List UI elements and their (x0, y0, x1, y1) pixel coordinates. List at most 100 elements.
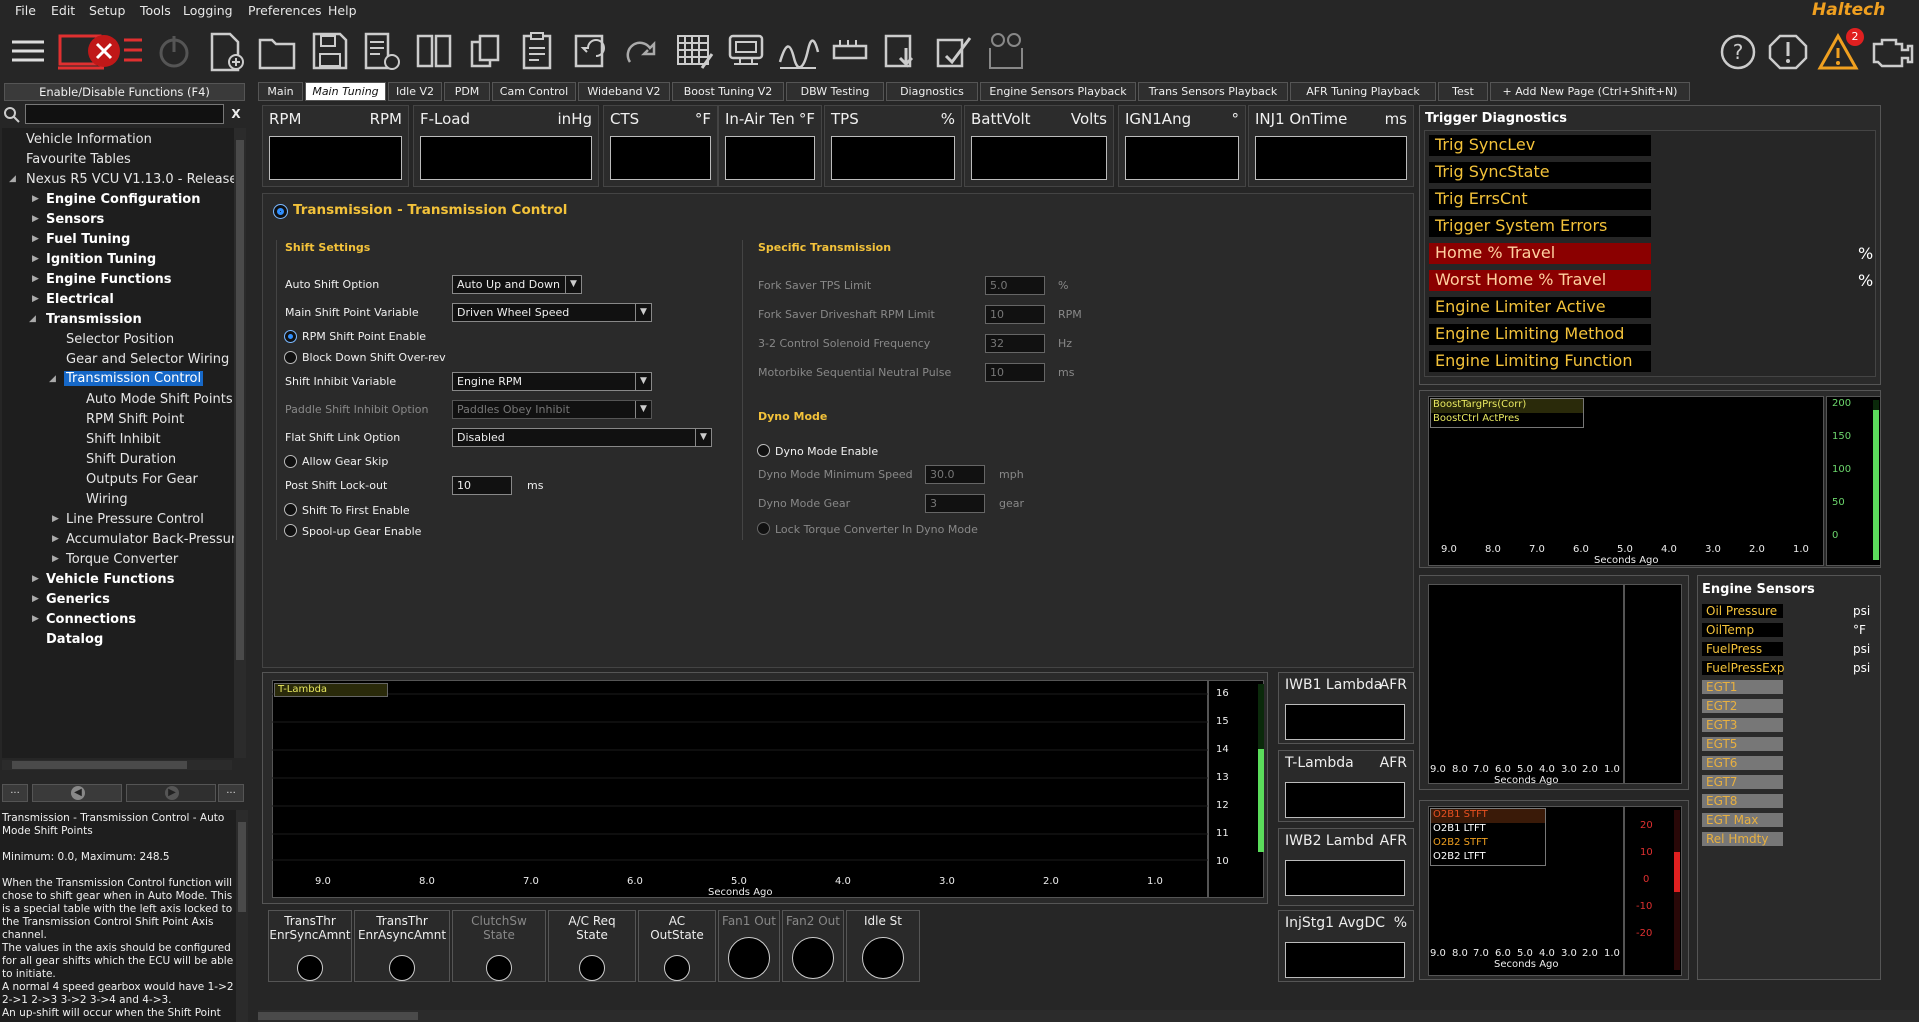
function-search-input[interactable] (25, 104, 224, 124)
tree-item[interactable]: Accumulator Back-Pressure (66, 532, 244, 547)
tree-item[interactable]: Connections (46, 612, 136, 627)
tree-item[interactable]: Wiring (86, 492, 128, 507)
disconnect-ecu-icon[interactable] (56, 28, 146, 74)
help-icon[interactable]: ? (1716, 28, 1760, 74)
undo-icon[interactable] (568, 28, 612, 74)
spool-up-gear-enable-radio[interactable] (284, 524, 297, 537)
collapse-arrow-icon[interactable]: ▶ (32, 294, 39, 304)
collapse-arrow-icon[interactable]: ▶ (32, 194, 39, 204)
post-shift-lockout-input[interactable]: 10 (452, 476, 512, 495)
expand-arrow-icon[interactable]: ◢ (49, 374, 56, 384)
menu-help[interactable]: Help (328, 3, 357, 18)
help-scrollbar[interactable] (236, 810, 248, 1022)
paddle-shift-inhibit-dropdown[interactable]: Paddles Obey Inhibit ▼ (452, 400, 652, 419)
tree-item[interactable]: Fuel Tuning (46, 232, 130, 247)
block-down-shift-radio[interactable] (284, 351, 297, 364)
fan-icon[interactable] (984, 28, 1028, 74)
collapse-arrow-icon[interactable]: ▶ (32, 234, 39, 244)
fork-saver-rpm-input[interactable]: 10 (985, 305, 1045, 324)
tree-item[interactable]: Auto Mode Shift Points (86, 392, 233, 407)
engine-icon[interactable] (1866, 28, 1916, 74)
tree-item[interactable]: Vehicle Information (26, 132, 152, 147)
download-icon[interactable] (880, 28, 924, 74)
hamburger-menu-icon[interactable] (6, 28, 50, 74)
tab-cam-control[interactable]: Cam Control (492, 82, 576, 101)
menu-logging[interactable]: Logging (183, 3, 233, 18)
motorbike-neutral-pulse-input[interactable]: 10 (985, 363, 1045, 382)
collapse-arrow-icon[interactable]: ▶ (52, 534, 59, 544)
function-enable-toggle[interactable] (273, 204, 288, 219)
menu-tools[interactable]: Tools (140, 3, 171, 18)
clear-search-button[interactable]: X (228, 104, 244, 124)
tree-item[interactable]: Outputs For Gear (86, 472, 198, 487)
copy-icon[interactable] (464, 28, 508, 74)
tab-boost-tuning-v2[interactable]: Boost Tuning V2 (672, 82, 784, 101)
nav-back-button[interactable]: ◀ (32, 784, 122, 802)
paste-icon[interactable] (516, 28, 560, 74)
tab-afr-tuning-playback[interactable]: AFR Tuning Playback (1290, 82, 1436, 101)
menu-edit[interactable]: Edit (51, 3, 75, 18)
add-new-page-button[interactable]: + Add New Page (Ctrl+Shift+N) (1490, 82, 1690, 101)
open-folder-icon[interactable] (256, 28, 300, 74)
tree-item[interactable]: Selector Position (66, 332, 174, 347)
enable-disable-functions-button[interactable]: Enable/Disable Functions (F4) (4, 83, 245, 101)
auto-shift-option-dropdown[interactable]: Auto Up and Down ▼ (452, 275, 582, 294)
connector-icon[interactable] (828, 28, 872, 74)
dyno-min-speed-input[interactable]: 30.0 (925, 465, 985, 484)
main-shift-point-dropdown[interactable]: Driven Wheel Speed ▼ (452, 303, 652, 322)
collapse-arrow-icon[interactable]: ▶ (32, 614, 39, 624)
shift-to-first-enable-radio[interactable] (284, 503, 297, 516)
nav-more-left-button[interactable]: ... (2, 784, 28, 802)
tree-item[interactable]: Sensors (46, 212, 104, 227)
tree-item[interactable]: RPM Shift Point (86, 412, 184, 427)
dyno-mode-enable-radio[interactable] (757, 444, 770, 457)
collapse-arrow-icon[interactable]: ▶ (32, 254, 39, 264)
page-horizontal-scrollbar[interactable] (258, 1010, 1919, 1022)
tree-horizontal-scrollbar[interactable] (2, 760, 232, 770)
tree-item[interactable]: Ignition Tuning (46, 252, 156, 267)
tab-trans-sensors-playback[interactable]: Trans Sensors Playback (1138, 82, 1288, 101)
ecu-settings-icon[interactable] (724, 28, 768, 74)
tree-item[interactable]: Datalog (46, 632, 103, 647)
allow-gear-skip-radio[interactable] (284, 455, 297, 468)
tree-item-selected[interactable]: Transmission Control (64, 371, 204, 386)
tree-item[interactable]: Shift Inhibit (86, 432, 161, 447)
tree-scrollbar[interactable] (234, 128, 246, 758)
tree-item[interactable]: Line Pressure Control (66, 512, 204, 527)
collapse-arrow-icon[interactable]: ▶ (32, 214, 39, 224)
tree-item[interactable]: Engine Configuration (46, 192, 200, 207)
fork-saver-tps-input[interactable]: 5.0 (985, 276, 1045, 295)
tree-item[interactable]: Nexus R5 VCU V1.13.0 - Release (26, 172, 237, 187)
tab-engine-sensors-playback[interactable]: Engine Sensors Playback (980, 82, 1136, 101)
expand-arrow-icon[interactable]: ◢ (9, 174, 16, 184)
menu-setup[interactable]: Setup (89, 3, 125, 18)
collapse-arrow-icon[interactable]: ▶ (32, 594, 39, 604)
upload-check-icon[interactable] (932, 28, 976, 74)
menu-preferences[interactable]: Preferences (248, 3, 322, 18)
collapse-arrow-icon[interactable]: ▶ (32, 274, 39, 284)
power-icon[interactable] (152, 28, 196, 74)
tab-main-tuning[interactable]: Main Tuning (305, 82, 386, 101)
tree-item[interactable]: Generics (46, 592, 110, 607)
table-edit-icon[interactable] (672, 28, 716, 74)
tree-item[interactable]: Transmission (46, 312, 142, 327)
info-alert-icon[interactable] (1766, 28, 1810, 74)
tab-idle-v2[interactable]: Idle V2 (388, 82, 442, 101)
waveform-icon[interactable] (776, 28, 820, 74)
tab-test[interactable]: Test (1438, 82, 1488, 101)
tree-item[interactable]: Gear and Selector Wiring (66, 352, 229, 367)
redo-icon[interactable] (620, 28, 664, 74)
new-file-icon[interactable] (204, 28, 248, 74)
tab-diagnostics[interactable]: Diagnostics (886, 82, 978, 101)
collapse-arrow-icon[interactable]: ▶ (52, 514, 59, 524)
flat-shift-link-dropdown[interactable]: Disabled ▼ (452, 428, 712, 447)
tab-wideband-v2[interactable]: Wideband V2 (578, 82, 670, 101)
tab-main[interactable]: Main (258, 82, 303, 101)
save-icon[interactable] (308, 28, 352, 74)
dyno-gear-input[interactable]: 3 (925, 494, 985, 513)
expand-arrow-icon[interactable]: ◢ (29, 314, 36, 324)
tree-item[interactable]: Favourite Tables (26, 152, 131, 167)
export-icon[interactable] (360, 28, 404, 74)
tree-item[interactable]: Engine Functions (46, 272, 172, 287)
nav-forward-button[interactable]: ▶ (126, 784, 216, 802)
